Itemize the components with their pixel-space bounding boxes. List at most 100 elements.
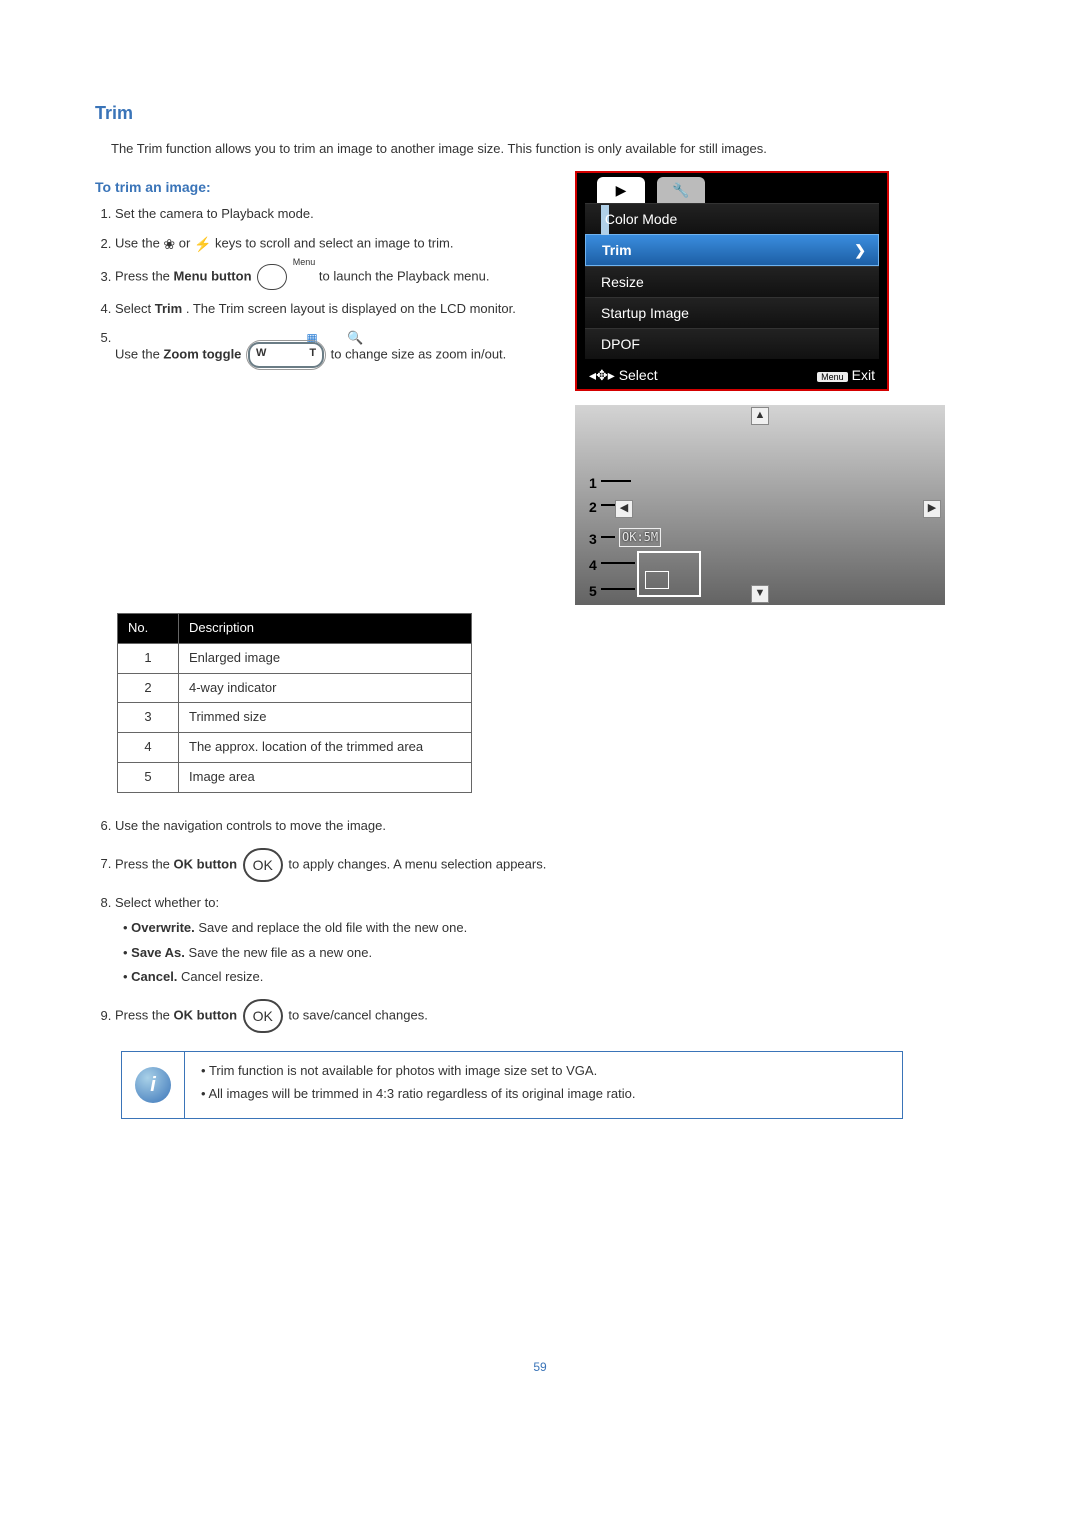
diag-line-4 — [601, 562, 635, 564]
diag-line-1 — [601, 480, 631, 482]
table-cell-no: 1 — [118, 643, 179, 673]
play-tab-icon: ▶ — [597, 177, 645, 203]
step-4-bold: Trim — [155, 301, 182, 316]
step-5: ▦ 🔍 Use the Zoom toggle W T to change si… — [115, 329, 555, 368]
table-row: 24-way indicator — [118, 673, 472, 703]
step-8-overwrite: Overwrite. Save and replace the old file… — [123, 919, 985, 938]
step-2: Use the ❀ or ⚡ keys to scroll and select… — [115, 234, 555, 254]
bolt-icon: ⚡ — [194, 236, 211, 252]
step-8-2-text: Save the new file as a new one. — [185, 945, 372, 960]
diag-num-1: 1 — [589, 473, 597, 493]
diag-num-4: 4 — [589, 555, 597, 575]
table-row: 1Enlarged image — [118, 643, 472, 673]
table-cell-desc: Image area — [179, 763, 472, 793]
table-cell-no: 3 — [118, 703, 179, 733]
ok-button-icon: OK — [243, 999, 283, 1033]
description-table: No. Description 1Enlarged image 24-way i… — [117, 613, 472, 793]
flower-icon: ❀ — [163, 236, 175, 252]
table-head-no: No. — [118, 613, 179, 643]
table-cell-desc: 4-way indicator — [179, 673, 472, 703]
menu-item-colormode: Color Mode — [585, 203, 879, 234]
note-box: i Trim function is not available for pho… — [121, 1051, 903, 1119]
step-8-1-text: Save and replace the old file with the n… — [195, 920, 467, 935]
table-cell-desc: Enlarged image — [179, 643, 472, 673]
step-7: Press the OK button OK to apply changes.… — [115, 848, 985, 882]
diag-num-2: 2 — [589, 497, 597, 517]
step-8: Select whether to: Overwrite. Save and r… — [115, 894, 985, 987]
zoom-t-label: T — [309, 346, 316, 362]
step-4-text-c: . The Trim screen layout is displayed on… — [186, 301, 516, 316]
step-3-text-c: to launch the Playback menu. — [319, 269, 490, 284]
diag-num-3: 3 — [589, 529, 597, 549]
intro-text: The Trim function allows you to trim an … — [111, 140, 985, 159]
arrow-left-icon: ◀ — [615, 500, 633, 518]
steps-list-continued: Use the navigation controls to move the … — [95, 817, 985, 1033]
diag-num-5: 5 — [589, 581, 597, 601]
arrow-down-icon: ▼ — [751, 585, 769, 603]
step-2-text-a: Use the — [115, 236, 163, 251]
menu-item-resize: Resize — [585, 266, 879, 297]
menu-label-0: Color Mode — [605, 211, 677, 227]
subhead: To trim an image: — [95, 177, 555, 197]
page-number: 59 — [95, 1359, 985, 1376]
step-1: Set the camera to Playback mode. — [115, 205, 555, 224]
step-9: Press the OK button OK to save/cancel ch… — [115, 999, 985, 1033]
menu-label-4: DPOF — [601, 329, 640, 359]
step-9-text-a: Press the — [115, 1008, 174, 1023]
menu-item-trim: Trim ❯ — [585, 234, 879, 266]
steps-list: Set the camera to Playback mode. Use the… — [95, 205, 555, 368]
menu-item-dpof: DPOF — [585, 328, 879, 359]
table-cell-desc: Trimmed size — [179, 703, 472, 733]
zoom-w-label: W — [256, 346, 266, 362]
ok-size-label: OK:5M — [619, 528, 661, 547]
note-line-1: Trim function is not available for photo… — [201, 1062, 635, 1081]
table-head-desc: Description — [179, 613, 472, 643]
step-8-3-text: Cancel resize. — [177, 969, 263, 984]
setup-tab-icon: 🔧 — [657, 177, 705, 203]
step-3-text-a: Press the — [115, 269, 174, 284]
ok-button-icon: OK — [243, 848, 283, 882]
menu-label-1: Trim — [602, 235, 632, 265]
step-3-bold: Menu button — [174, 269, 252, 284]
menu-label-2: Resize — [601, 267, 644, 297]
arrow-right-icon: ▶ — [923, 500, 941, 518]
step-8-3-bold: Cancel. — [131, 969, 177, 984]
step-5-bold: Zoom toggle — [163, 347, 241, 362]
step-7-text-a: Press the — [115, 856, 174, 871]
step-5-text-c: to change size as zoom in/out. — [331, 347, 507, 362]
area-box-icon — [637, 551, 701, 597]
diag-line-3 — [601, 536, 615, 538]
step-8-cancel: Cancel. Cancel resize. — [123, 968, 985, 987]
nav-arrows-icon: ◂✥▸ — [589, 367, 615, 383]
menu-item-startup: Startup Image — [585, 297, 879, 328]
camera-menu-screenshot: ▶ 🔧 Color Mode Trim ❯ Resize Star — [575, 171, 889, 391]
menu-superscript: Menu — [293, 257, 316, 267]
step-4: Select Trim . The Trim screen layout is … — [115, 300, 555, 319]
footer-select-label: Select — [619, 367, 658, 383]
table-cell-no: 2 — [118, 673, 179, 703]
note-line-2: All images will be trimmed in 4:3 ratio … — [201, 1085, 635, 1104]
magnifier-icon: 🔍 — [347, 330, 363, 345]
step-8-1-bold: Overwrite. — [131, 920, 195, 935]
table-cell-no: 5 — [118, 763, 179, 793]
menu-chip: Menu — [817, 372, 848, 382]
zoom-toggle-icon: W T — [248, 342, 324, 368]
step-5-text-a: Use the — [115, 347, 163, 362]
trim-diagram: ▲ ▼ ◀ ▶ 1 2 3 OK:5M 4 5 — [575, 405, 945, 605]
table-row: 5Image area — [118, 763, 472, 793]
menu-button-icon — [257, 264, 287, 290]
step-2-text-b: or — [179, 236, 194, 251]
table-row: 3Trimmed size — [118, 703, 472, 733]
step-4-text-a: Select — [115, 301, 155, 316]
table-cell-no: 4 — [118, 733, 179, 763]
step-7-bold: OK button — [174, 856, 238, 871]
chevron-right-icon: ❯ — [854, 235, 866, 265]
diag-line-5 — [601, 588, 635, 590]
step-8-text: Select whether to: — [115, 895, 219, 910]
info-icon: i — [135, 1067, 171, 1103]
step-8-2-bold: Save As. — [131, 945, 185, 960]
table-row: 4The approx. location of the trimmed are… — [118, 733, 472, 763]
step-7-text-c: to apply changes. A menu selection appea… — [288, 856, 546, 871]
menu-label-3: Startup Image — [601, 298, 689, 328]
step-9-bold: OK button — [174, 1008, 238, 1023]
